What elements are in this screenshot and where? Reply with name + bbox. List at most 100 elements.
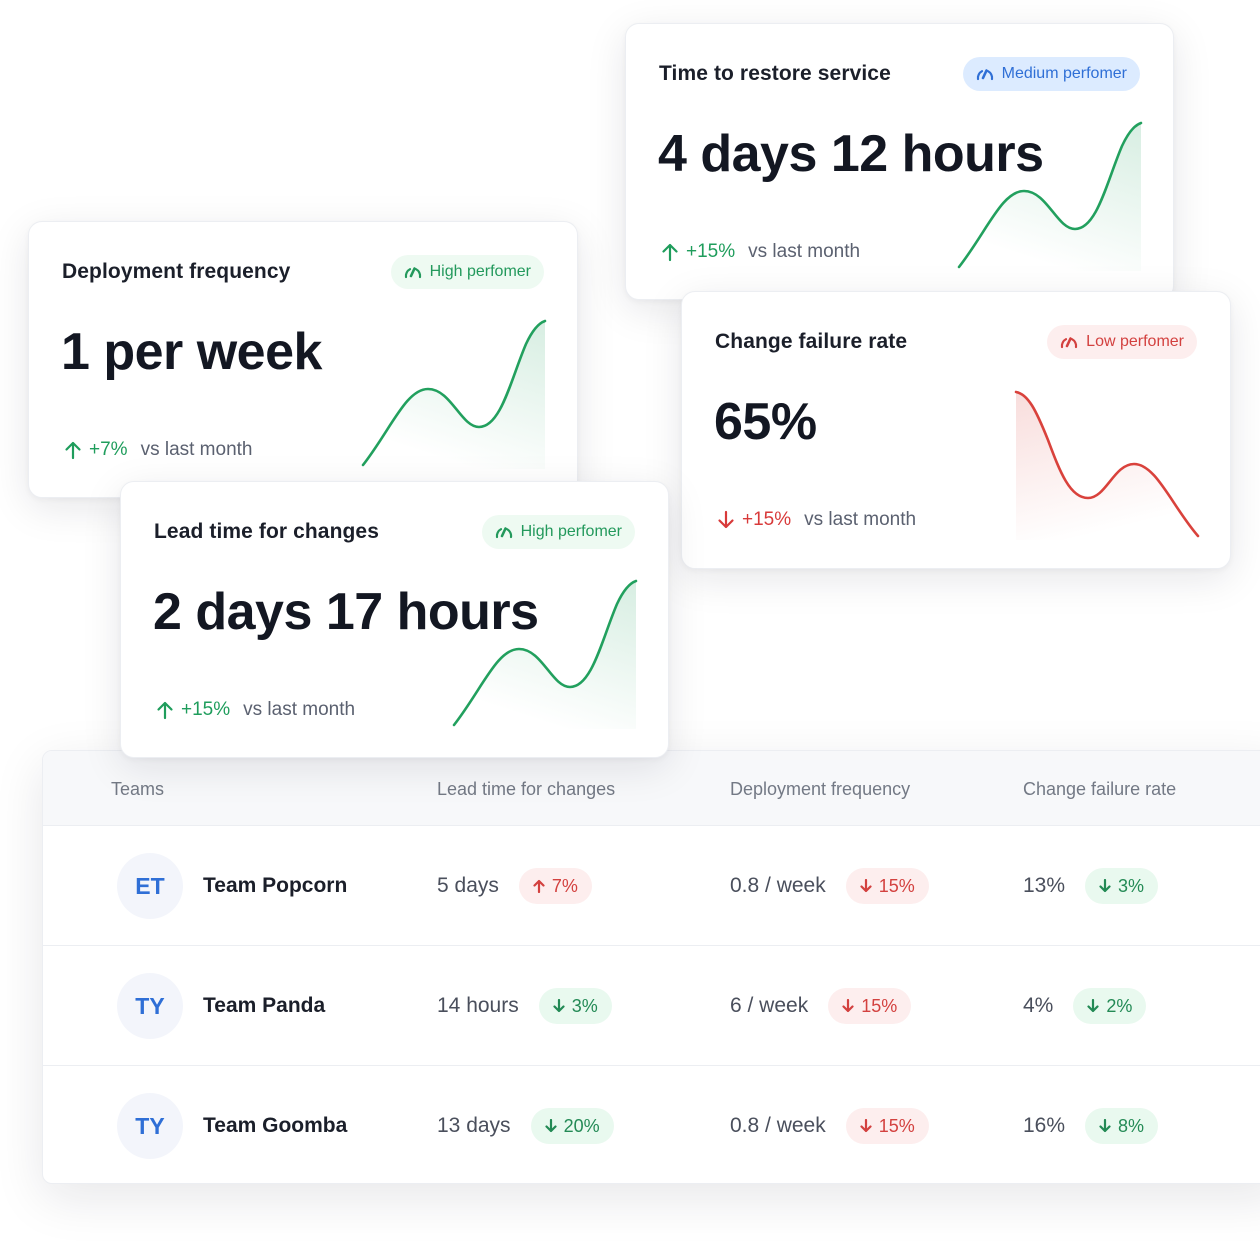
trend-percent: +7%: [89, 439, 128, 460]
table-row[interactable]: TY Team Panda 14 hours 3% 6 / week 15% 4% 2%: [43, 946, 1260, 1066]
cell-value: 16%: [1023, 1114, 1066, 1137]
delta-badge: 8%: [1085, 1108, 1159, 1144]
delta-value: 15%: [878, 875, 915, 896]
speedometer-icon: [975, 67, 995, 81]
performer-badge: High perfomer: [481, 515, 635, 549]
arrow-up-icon: [660, 242, 680, 262]
metric-card-lead-time[interactable]: Lead time for changes High perfomer 2 da…: [120, 481, 669, 758]
delta-badge: 3%: [1085, 868, 1159, 904]
table-row[interactable]: TY Team Goomba 13 days 20% 0.8 / week 15% 16% 8…: [43, 1066, 1260, 1183]
delta-badge: 7%: [518, 868, 592, 904]
trend-percent: +15%: [686, 241, 736, 262]
card-title: Change failure rate: [715, 330, 908, 353]
header-teams[interactable]: Teams: [111, 779, 164, 800]
arrow-down-icon: [860, 879, 872, 893]
teams-table: Teams Lead time for changes Deployment f…: [42, 750, 1260, 1184]
cell-value: 0.8 / week: [730, 874, 826, 897]
lead-time-cell: 13 days 20%: [437, 1108, 614, 1144]
sparkline-area: [959, 123, 1141, 271]
arrow-down-icon: [544, 1119, 557, 1133]
delta-badge: 15%: [845, 1108, 929, 1144]
badge-label: Medium perfomer: [1001, 65, 1127, 82]
arrow-up-icon: [63, 440, 83, 460]
metric-value: 65%: [714, 393, 817, 451]
arrow-up-icon: [155, 700, 175, 720]
metric-card-change-failure-rate[interactable]: Change failure rate Low perfomer 65% +15…: [681, 291, 1231, 569]
performer-badge: High perfomer: [390, 255, 544, 289]
badge-label: High perfomer: [520, 523, 622, 540]
delta-value: 15%: [878, 1115, 915, 1136]
team-name[interactable]: Team Goomba: [203, 1114, 347, 1138]
sparkline-area: [1016, 392, 1198, 540]
change-failure-rate-cell: 13% 3%: [1023, 868, 1159, 904]
arrow-down-icon: [1099, 879, 1111, 893]
team-name[interactable]: Team Panda: [203, 994, 325, 1018]
delta-value: 2%: [1106, 995, 1133, 1016]
trend-label: vs last month: [748, 241, 861, 262]
sparkline-chart: [452, 579, 638, 729]
delta-badge: 2%: [1073, 988, 1147, 1024]
arrow-down-icon: [1087, 999, 1099, 1013]
performer-badge: Low perfomer: [1047, 325, 1197, 359]
trend-percent: +15%: [742, 509, 792, 530]
header-deployment-frequency[interactable]: Deployment frequency: [730, 779, 910, 800]
deployment-frequency-cell: 0.8 / week 15%: [730, 1108, 929, 1144]
change-failure-rate-cell: 4% 2%: [1023, 988, 1147, 1024]
sparkline-area: [454, 581, 636, 729]
deployment-frequency-cell: 0.8 / week 15%: [730, 868, 929, 904]
delta-value: 3%: [571, 995, 598, 1016]
delta-value: 3%: [1118, 875, 1145, 896]
delta-badge: 20%: [530, 1108, 614, 1144]
cell-value: 0.8 / week: [730, 1114, 826, 1137]
trend: +7% vs last month: [63, 439, 253, 461]
trend-label: vs last month: [804, 509, 917, 530]
sparkline-area: [363, 321, 545, 469]
delta-badge: 3%: [538, 988, 612, 1024]
delta-value: 20%: [563, 1115, 600, 1136]
header-lead-time[interactable]: Lead time for changes: [437, 779, 615, 800]
delta-value: 7%: [551, 875, 578, 896]
cell-value: 4%: [1023, 994, 1054, 1017]
sparkline-chart: [361, 319, 547, 469]
card-title: Lead time for changes: [154, 520, 379, 543]
performer-badge: Medium perfomer: [962, 57, 1140, 91]
arrow-down-icon: [1099, 1119, 1111, 1133]
speedometer-icon: [1059, 335, 1079, 349]
cell-value: 5 days: [437, 874, 499, 897]
delta-badge: 15%: [828, 988, 912, 1024]
metric-card-time-to-restore[interactable]: Time to restore service Medium perfomer …: [625, 23, 1174, 300]
team-name[interactable]: Team Popcorn: [203, 874, 347, 898]
deployment-frequency-cell: 6 / week 15%: [730, 988, 912, 1024]
arrow-down-icon: [860, 1119, 872, 1133]
arrow-down-icon: [716, 510, 736, 530]
team-avatar: TY: [117, 1093, 183, 1159]
metric-card-deployment-frequency[interactable]: Deployment frequency High perfomer 1 per…: [28, 221, 578, 498]
trend-percent: +15%: [181, 699, 231, 720]
badge-label: High perfomer: [429, 263, 531, 280]
lead-time-cell: 5 days 7%: [437, 868, 592, 904]
trend: +15% vs last month: [155, 699, 355, 721]
badge-label: Low perfomer: [1086, 333, 1184, 350]
trend: +15% vs last month: [660, 241, 860, 263]
speedometer-icon: [494, 525, 514, 539]
metric-value: 1 per week: [61, 323, 322, 381]
speedometer-icon: [403, 265, 423, 279]
card-title: Deployment frequency: [62, 260, 291, 283]
table-row[interactable]: ET Team Popcorn 5 days 7% 0.8 / week 15% 13% 3%: [43, 826, 1260, 946]
cell-value: 6 / week: [730, 994, 809, 1017]
trend-label: vs last month: [243, 699, 356, 720]
header-change-failure-rate[interactable]: Change failure rate: [1023, 779, 1176, 800]
change-failure-rate-cell: 16% 8%: [1023, 1108, 1159, 1144]
arrow-down-icon: [842, 999, 854, 1013]
arrow-up-icon: [533, 879, 545, 893]
lead-time-cell: 14 hours 3%: [437, 988, 612, 1024]
delta-value: 15%: [861, 995, 898, 1016]
cell-value: 13%: [1023, 874, 1066, 897]
team-avatar: ET: [117, 853, 183, 919]
trend-label: vs last month: [140, 439, 253, 460]
sparkline-chart: [957, 121, 1143, 271]
arrow-down-icon: [553, 999, 565, 1013]
team-avatar: TY: [117, 973, 183, 1039]
delta-badge: 15%: [845, 868, 929, 904]
delta-value: 8%: [1118, 1115, 1145, 1136]
